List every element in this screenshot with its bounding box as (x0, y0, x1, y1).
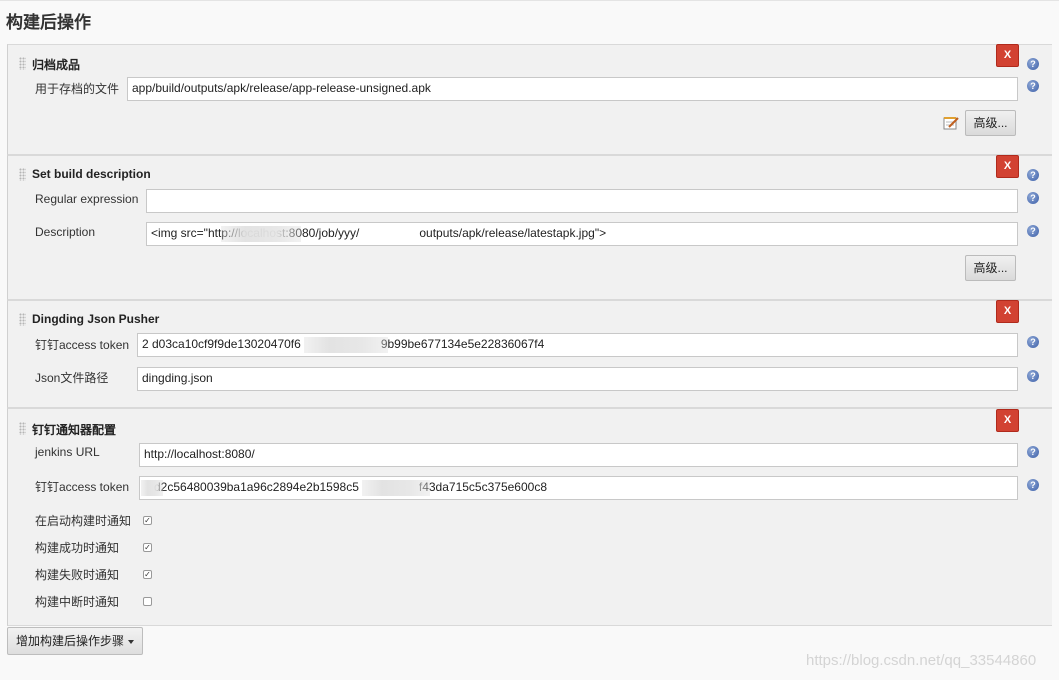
help-icon[interactable]: ? (1027, 192, 1039, 204)
add-post-build-step-button[interactable]: 增加构建后操作步骤 (7, 627, 143, 655)
checkmark-icon: ✓ (144, 570, 151, 579)
help-icon[interactable]: ? (1027, 446, 1039, 458)
field-value: d2c56480039ba1a96c2894e2b1598c5 (154, 480, 359, 494)
field-value-tail: f43da715c5c375e600c8 (418, 480, 547, 494)
redaction-mask (221, 226, 301, 242)
checkbox-label: 在启动构建时通知 (35, 514, 132, 528)
watermark: https://blog.csdn.net/qq_33544860 (806, 652, 1037, 669)
field-label: 钉钉access token (35, 480, 130, 494)
section-title: Dingding Json Pusher (32, 312, 160, 326)
advanced-button[interactable]: 高级... (965, 110, 1016, 136)
section-dingding-json-pusher: Dingding Json Pusher X 钉钉access token 2 … (7, 300, 1052, 408)
notify-on-success-checkbox[interactable]: ✓ (143, 543, 152, 552)
drag-handle-icon[interactable] (19, 313, 26, 326)
redaction-mask (362, 480, 430, 496)
field-value: 2 d03ca10cf9f9de13020470f6 (142, 337, 301, 351)
field-label: Description (35, 225, 96, 239)
checkmark-icon: ✓ (144, 516, 151, 525)
field-value-tail: 9b99be677134e5e22836067f4 (380, 337, 545, 351)
top-divider (0, 0, 1059, 1)
notepad-edit-icon[interactable] (943, 116, 959, 130)
page-title: 构建后操作 (6, 13, 91, 32)
section-set-build-description: Set build description X ? Regular expres… (7, 155, 1052, 300)
section-archive-artifacts: 归档成品 X ? 用于存档的文件 app/build/outputs/apk/r… (7, 44, 1052, 155)
notify-on-abort-checkbox[interactable] (143, 597, 152, 606)
section-title: 钉钉通知器配置 (32, 423, 117, 437)
section-title: 归档成品 (32, 58, 81, 72)
section-title: Set build description (32, 167, 151, 181)
help-icon[interactable]: ? (1027, 58, 1039, 70)
delete-button[interactable]: X (996, 409, 1019, 432)
drag-handle-icon[interactable] (19, 57, 26, 70)
help-icon[interactable]: ? (1027, 169, 1039, 181)
drag-handle-icon[interactable] (19, 168, 26, 181)
section-dingtalk-notifier: 钉钉通知器配置 X jenkins URL http://localhost:8… (7, 408, 1052, 626)
help-icon[interactable]: ? (1027, 370, 1039, 382)
add-step-label: 增加构建后操作步骤 (16, 634, 125, 648)
help-icon[interactable]: ? (1027, 225, 1039, 237)
checkmark-icon: ✓ (144, 543, 151, 552)
advanced-button[interactable]: 高级... (965, 255, 1016, 281)
checkbox-label: 构建中断时通知 (35, 595, 120, 609)
drag-handle-icon[interactable] (19, 422, 26, 435)
dropdown-caret-icon (128, 640, 134, 644)
notify-on-failure-checkbox[interactable]: ✓ (143, 570, 152, 579)
checkbox-label: 构建失败时通知 (35, 568, 120, 582)
notify-on-start-checkbox[interactable]: ✓ (143, 516, 152, 525)
jenkins-url-input[interactable]: http://localhost:8080/ (139, 443, 1018, 467)
delete-button[interactable]: X (996, 155, 1019, 178)
redaction-mask (141, 480, 163, 496)
field-label: 用于存档的文件 (35, 82, 120, 96)
access-token-input[interactable]: d2c56480039ba1a96c2894e2b1598c5 f43da715c… (139, 476, 1018, 500)
field-value-tail: outputs/apk/release/latestapk.jpg"> (419, 226, 607, 240)
field-label: Regular expression (35, 192, 139, 206)
archive-files-input[interactable]: app/build/outputs/apk/release/app-releas… (127, 77, 1018, 101)
redaction-mask (304, 337, 388, 353)
field-label: 钉钉access token (35, 338, 130, 352)
regular-expression-input[interactable] (146, 189, 1018, 213)
access-token-input[interactable]: 2 d03ca10cf9f9de13020470f6 9b99be677134e5… (137, 333, 1018, 357)
field-label: Json文件路径 (35, 371, 109, 385)
checkbox-label: 构建成功时通知 (35, 541, 120, 555)
help-icon[interactable]: ? (1027, 80, 1039, 92)
help-icon[interactable]: ? (1027, 336, 1039, 348)
json-path-input[interactable]: dingding.json (137, 367, 1018, 391)
delete-button[interactable]: X (996, 300, 1019, 323)
help-icon[interactable]: ? (1027, 479, 1039, 491)
field-label: jenkins URL (35, 445, 100, 459)
delete-button[interactable]: X (996, 44, 1019, 67)
